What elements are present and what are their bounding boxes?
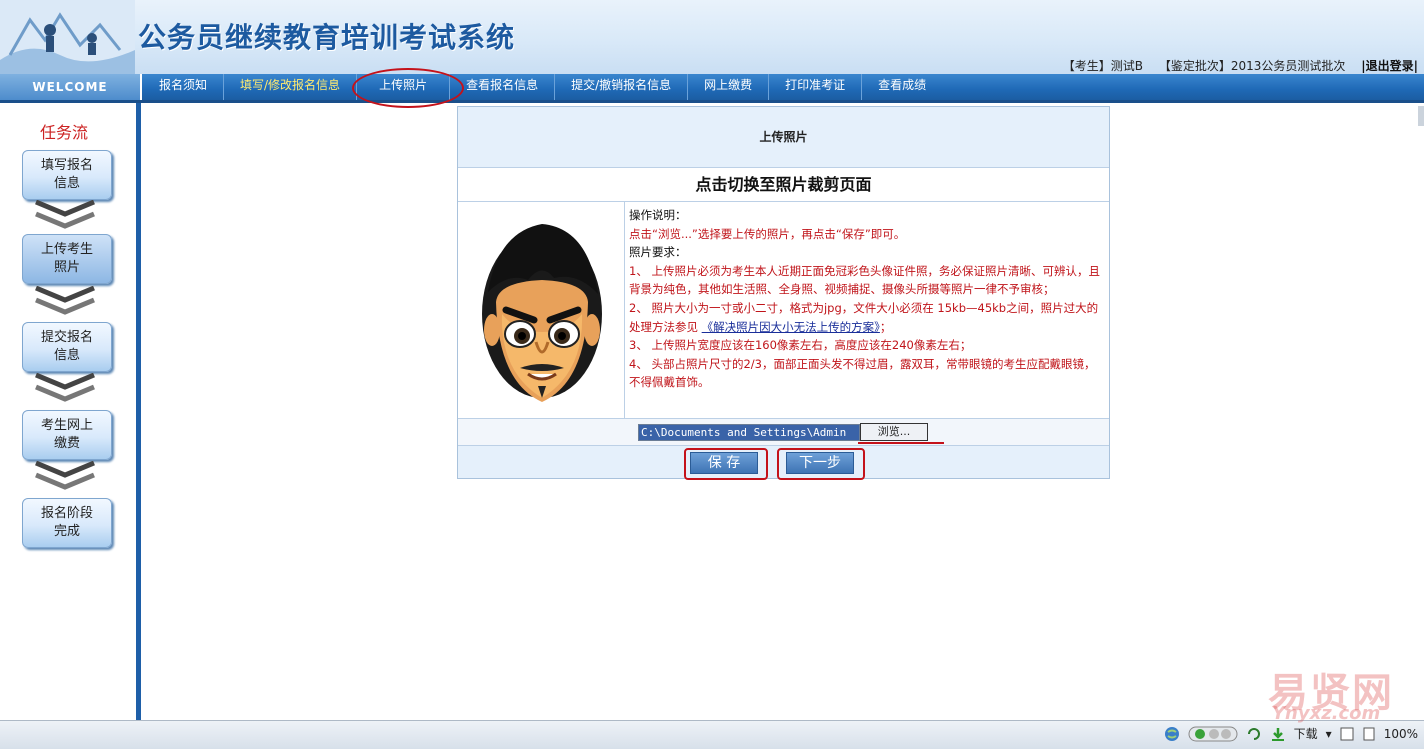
resize-solution-link[interactable]: 《解决照片因大小无法上传的方案》	[702, 320, 880, 334]
chevron-down-icon	[35, 200, 95, 229]
browse-button[interactable]: 浏览...	[860, 423, 928, 441]
browse-underline	[858, 442, 944, 444]
step-fill-info[interactable]: 填写报名 信息	[22, 150, 112, 200]
step-label: 填写报名 信息	[40, 158, 93, 191]
app-header: 公务员继续教育培训考试系统 【考生】测试B 【鉴定批次】2013公务员测试批次 …	[0, 0, 1424, 74]
nav-item-fill-info[interactable]: 填写/修改报名信息	[224, 74, 358, 100]
download-icon[interactable]	[1270, 726, 1286, 742]
sidebar-title: 任务流	[40, 123, 89, 142]
page-icon[interactable]	[1362, 727, 1376, 741]
refresh-icon[interactable]	[1246, 726, 1262, 742]
save-button[interactable]: 保 存	[690, 452, 758, 474]
nav-item-submit-info[interactable]: 提交/撤销报名信息	[555, 74, 689, 100]
globe-icon	[1164, 726, 1179, 741]
nav-item-print-ticket[interactable]: 打印准考证	[769, 74, 863, 100]
task-sidebar: 任务流 填写报名 信息 上传考生 照片 提交报名 信息 考生网上 缴费 报名阶段…	[0, 103, 141, 720]
step-label: 考生网上 缴费	[40, 418, 93, 451]
file-path-input[interactable]: C:\Documents and Settings\Admin	[638, 424, 860, 441]
watermark-url: Ynyxz.com	[1272, 703, 1381, 724]
req-item-1: 1、 上传照片必须为考生本人近期正面免冠彩色头像证件照，务必保证照片清晰、可辨认…	[629, 263, 1100, 297]
chevron-down-icon	[35, 461, 95, 490]
toggle-icon[interactable]	[1188, 726, 1238, 742]
highlight-circle	[352, 68, 464, 108]
window-icon[interactable]	[1340, 727, 1354, 741]
logout-link[interactable]: |退出登录|	[1361, 59, 1418, 73]
step-label: 上传考生 照片	[40, 242, 93, 275]
welcome-label: WELCOME	[0, 74, 142, 100]
switch-to-crop-link[interactable]: 点击切换至照片裁剪页面	[458, 168, 1109, 202]
download-label[interactable]: 下载	[1294, 725, 1318, 742]
photo-preview	[458, 202, 625, 418]
req-item-4: 4、 头部占照片尺寸的2/3，面部正面头发不得过眉，露双耳，常带眼镜的考生应配戴…	[629, 356, 1096, 390]
step-payment[interactable]: 考生网上 缴费	[22, 410, 112, 460]
panel-heading: 上传照片	[458, 107, 1109, 168]
scrollbar[interactable]	[1418, 106, 1424, 126]
req-item-2: 2、 照片大小为一寸或小二寸，格式为jpg，文件大小必须在 15kb—45kb之…	[629, 299, 1103, 336]
avatar-face-icon	[482, 224, 602, 402]
chevron-down-icon	[35, 286, 95, 315]
batch-info: 【鉴定批次】2013公务员测试批次	[1158, 59, 1346, 73]
file-row: C:\Documents and Settings\Admin 浏览...	[458, 419, 1109, 446]
app-title: 公务员继续教育培训考试系统	[138, 21, 516, 54]
step-upload-photo[interactable]: 上传考生 照片	[22, 234, 112, 284]
step-label: 报名阶段 完成	[40, 506, 93, 539]
chevron-down-icon	[35, 373, 95, 402]
step-submit-info[interactable]: 提交报名 信息	[22, 322, 112, 372]
req-title: 照片要求：	[629, 245, 687, 260]
op-text: 点击“浏览...”选择要上传的照片，再点击“保存”即可。	[629, 226, 906, 241]
next-step-button[interactable]: 下一步	[786, 452, 854, 474]
upload-panel: 上传照片 点击切换至照片裁剪页面 操作说明： 点击“浏览...”选择要上传的照片…	[457, 106, 1110, 480]
status-bar: 下载 ▾ 100%	[0, 720, 1424, 749]
header-logo-icon	[0, 0, 135, 74]
zoom-level[interactable]: 100%	[1384, 727, 1418, 741]
nav-item-scores[interactable]: 查看成绩	[862, 74, 942, 100]
nav-item-notice[interactable]: 报名须知	[143, 74, 225, 100]
user-role: 【考生】测试B	[1062, 59, 1144, 73]
nav-item-payment[interactable]: 网上缴费	[688, 74, 770, 100]
op-title: 操作说明：	[629, 208, 687, 222]
user-info: 【考生】测试B 【鉴定批次】2013公务员测试批次 |退出登录|	[1051, 57, 1418, 74]
nav-item-view-info[interactable]: 查看报名信息	[450, 74, 556, 100]
req-item-2-end: ；	[879, 319, 892, 334]
main-nav: WELCOME 报名须知 填写/修改报名信息 上传照片 查看报名信息 提交/撤销…	[0, 74, 1424, 103]
step-label: 提交报名 信息	[40, 330, 93, 363]
req-item-3: 3、 上传照片宽度应该在160像素左右，高度应该在240像素左右；	[629, 338, 972, 353]
action-row: 保 存 下一步	[458, 446, 1109, 480]
dropdown-icon[interactable]: ▾	[1326, 727, 1332, 741]
instructions: 操作说明： 点击“浏览...”选择要上传的照片，再点击“保存”即可。 照片要求：…	[625, 202, 1109, 418]
step-complete[interactable]: 报名阶段 完成	[22, 498, 112, 548]
